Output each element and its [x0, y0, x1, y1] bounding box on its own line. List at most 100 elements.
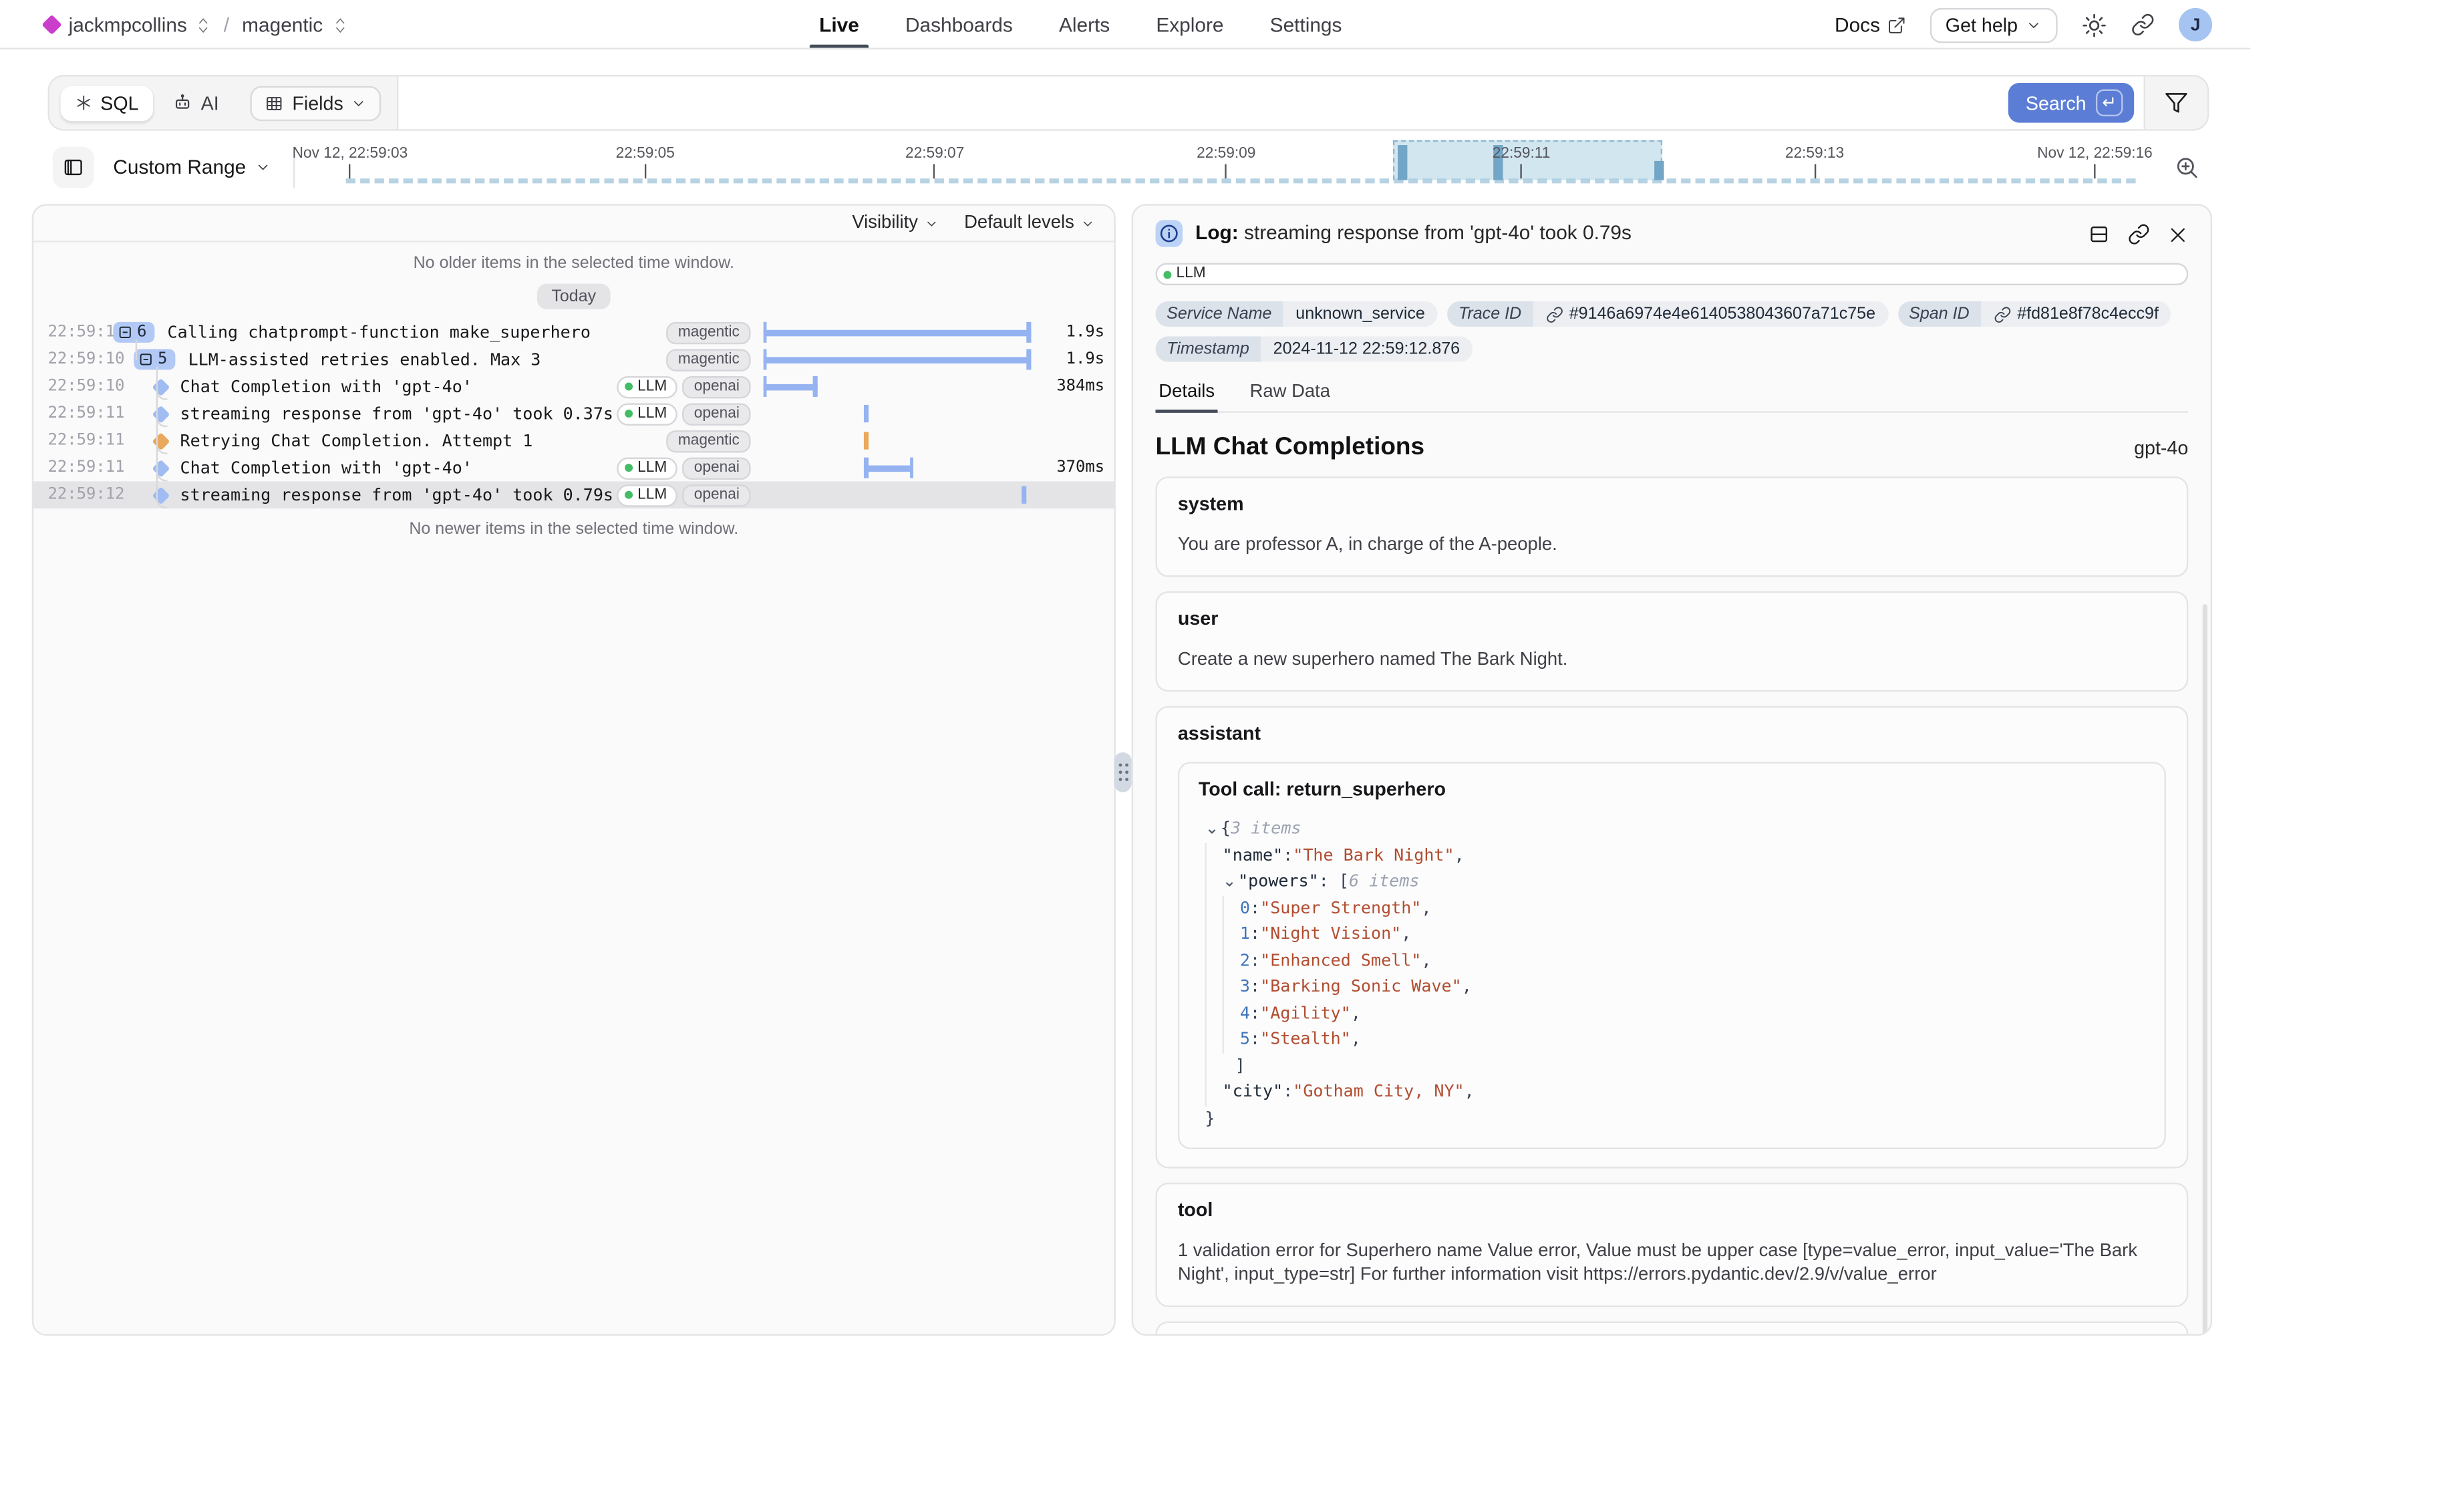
org-selector[interactable]: jackmpcollins [69, 13, 187, 35]
json-token: , [1465, 1079, 1475, 1105]
indent-guide [1223, 974, 1240, 1000]
json-line: 3: "Barking Sonic Wave", [1199, 974, 2145, 1000]
json-token: "city" [1223, 1079, 1283, 1105]
span-duration-bar-zone [760, 427, 1044, 454]
share-link-icon[interactable] [2131, 13, 2155, 37]
search-input[interactable] [399, 77, 2008, 130]
tag-openai: openai [683, 376, 750, 398]
sql-mode-button[interactable]: SQL [61, 86, 153, 120]
indent-guide [1205, 1026, 1222, 1052]
tick-label: Nov 12, 22:59:16 [2037, 145, 2153, 162]
span-duration-bar-zone [760, 319, 1044, 346]
collapse-count-badge[interactable]: 6 [113, 322, 154, 343]
sort-chevrons-icon[interactable] [333, 15, 347, 35]
filter-group [2143, 77, 2207, 130]
collapse-sidebar-button[interactable] [53, 146, 94, 188]
chat-messages: systemYou are professor A, in charge of … [1155, 476, 2188, 1336]
tag-openai: openai [683, 484, 750, 506]
log-row[interactable]: 22:59:11Chat Completion with 'gpt-4o'LLM… [33, 454, 1114, 482]
timeline-row: Custom Range Nov 12, 22:59:0322:59:0522:… [48, 140, 2209, 194]
tick-label: 22:59:13 [1785, 145, 1844, 162]
json-token: 1 [1240, 921, 1250, 947]
json-token: 2 [1240, 947, 1250, 974]
log-row[interactable]: 22:59:10Chat Completion with 'gpt-4o'LLM… [33, 373, 1114, 400]
span-duration-bar-zone [760, 373, 1044, 400]
query-mode-group: SQL AI Fields [49, 77, 399, 130]
attribute-pill[interactable]: Timestamp2024-11-12 22:59:12.876 [1155, 336, 1473, 361]
histogram-bar [1397, 145, 1406, 180]
search-button[interactable]: Search ↵ [2008, 83, 2135, 123]
json-token: , [1351, 1026, 1361, 1052]
json-token: , [1421, 895, 1431, 921]
indent-guide [1205, 895, 1222, 921]
indent-guide [1223, 921, 1240, 947]
tag-llm: LLM [617, 484, 678, 506]
theme-sun-icon[interactable] [2081, 12, 2107, 37]
copy-link-icon[interactable] [2128, 223, 2150, 245]
timeline-tick: Nov 12, 22:59:03 [293, 145, 408, 178]
collapse-chevron-icon[interactable]: ⌄ [1205, 816, 1219, 842]
tab-live[interactable]: Live [819, 0, 859, 49]
detail-header-actions [2088, 223, 2188, 245]
log-duration: 1.9s [1044, 351, 1114, 368]
attribute-pill[interactable]: Span ID#fd81e8f78c4ecc9f [1897, 301, 2171, 327]
zoom-in-icon[interactable] [2174, 154, 2199, 180]
attribute-pill[interactable]: Trace ID#9146a6974e4e6140538043607a71c75… [1447, 301, 1888, 327]
avatar[interactable]: J [2179, 8, 2212, 41]
tab-explore[interactable]: Explore [1156, 0, 1223, 49]
ai-mode-button[interactable]: AI [160, 86, 232, 120]
docs-link[interactable]: Docs [1835, 13, 1905, 35]
json-token: : [1250, 1000, 1260, 1026]
no-older-items-note: No older items in the selected time wind… [33, 253, 1114, 273]
timeline-strip[interactable]: Nov 12, 22:59:0322:59:0522:59:0722:59:09… [302, 140, 2158, 194]
instant-tick [1022, 486, 1027, 504]
tick-mark [934, 164, 935, 178]
log-row[interactable]: 22:59:11Retrying Chat Completion. Attemp… [33, 427, 1114, 454]
link-icon [1545, 305, 1563, 323]
scrollbar-thumb[interactable] [2203, 604, 2207, 1336]
log-row[interactable]: 22:59:105LLM-assisted retries enabled. M… [33, 346, 1114, 374]
tab-alerts[interactable]: Alerts [1059, 0, 1110, 49]
search-bar: SQL AI Fields Search ↵ [48, 75, 2209, 130]
green-dot-icon [625, 383, 633, 391]
tab-dashboards[interactable]: Dashboards [905, 0, 1013, 49]
info-circle-icon [1159, 223, 1179, 244]
visibility-dropdown[interactable]: Visibility [852, 214, 939, 233]
timeline-tick: Nov 12, 22:59:16 [2037, 145, 2153, 178]
json-token: : [1283, 1079, 1293, 1105]
detail-tab-details[interactable]: Details [1155, 383, 1217, 412]
log-row[interactable]: 22:59:11streaming response from 'gpt-4o'… [33, 400, 1114, 428]
tab-settings[interactable]: Settings [1270, 0, 1342, 49]
panel-resize-handle[interactable] [1114, 752, 1131, 792]
log-duration: 370ms [1044, 459, 1114, 476]
tag-llm: LLM [617, 376, 678, 398]
close-icon[interactable] [2167, 224, 2188, 245]
green-dot-icon [625, 491, 633, 499]
log-row[interactable]: 22:59:106Calling chatprompt-function mak… [33, 319, 1114, 346]
message-role: system [1178, 492, 2166, 514]
json-token: , [1401, 921, 1411, 947]
green-dot-icon [625, 410, 633, 418]
log-message: Chat Completion with 'gpt-4o' [180, 458, 617, 478]
split-panel-icon[interactable] [2088, 223, 2110, 245]
detail-tab-raw-data[interactable]: Raw Data [1247, 383, 1334, 412]
log-duration: 1.9s [1044, 323, 1114, 341]
filter-funnel-icon[interactable] [2165, 91, 2189, 115]
today-badge[interactable]: Today [537, 284, 611, 309]
json-token: : [1250, 947, 1260, 974]
fields-button[interactable]: Fields [251, 86, 381, 120]
sort-chevrons-icon[interactable] [196, 15, 210, 35]
indent-guide [1223, 1000, 1240, 1026]
get-help-button[interactable]: Get help [1930, 7, 2058, 42]
time-range-selector[interactable]: Custom Range [113, 156, 271, 178]
project-selector[interactable]: magentic [242, 13, 323, 35]
collapse-chevron-icon[interactable]: ⌄ [1223, 869, 1237, 895]
span-bar [864, 464, 913, 471]
json-line: ⌄"powers": [ 6 items [1199, 869, 2145, 895]
json-token: } [1205, 1105, 1215, 1131]
default-levels-dropdown[interactable]: Default levels [964, 214, 1095, 233]
json-token: : [1250, 895, 1260, 921]
attribute-pill[interactable]: Service Nameunknown_service [1155, 301, 1437, 327]
json-line: 5: "Stealth", [1199, 1026, 2145, 1052]
log-row[interactable]: 22:59:12streaming response from 'gpt-4o'… [33, 481, 1114, 508]
